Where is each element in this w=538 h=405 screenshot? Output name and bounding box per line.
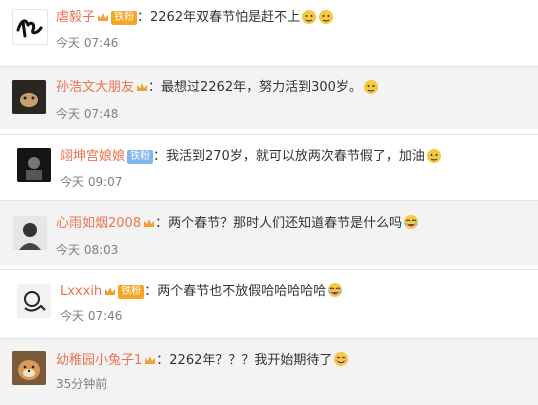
comment-time: 今天 07:46	[56, 36, 119, 50]
avatar[interactable]	[17, 284, 51, 318]
fan-badge: 铁粉	[111, 11, 138, 25]
username[interactable]: 幼稚园小兔子1	[56, 353, 142, 368]
vip-crown-icon	[137, 83, 148, 91]
doge-emoji-icon	[302, 10, 317, 24]
laugh-cry-emoji-icon	[404, 215, 419, 229]
comment-list: 虐毅子 铁粉 ：2262年双春节怕是赶不上 今天 07:46 孙浩文大朋友 ：最想过2…	[0, 0, 538, 405]
comment-text: ：2262年？？？我开始期待了	[156, 353, 333, 368]
laugh-cry-emoji-icon	[328, 283, 343, 297]
avatar[interactable]	[12, 351, 46, 385]
doge-emoji-icon	[319, 10, 334, 24]
doge-emoji-icon	[426, 149, 441, 163]
comment-text: ：最想过2262年，努力活到300岁。	[148, 80, 362, 95]
fan-badge: 铁粉	[127, 150, 154, 164]
comment-item: 心雨如烟2008 ：两个春节？那时人们还知道春节是什么吗 今天 08:03	[0, 201, 538, 265]
fan-badge: 铁粉	[118, 285, 145, 299]
avatar[interactable]	[12, 9, 48, 45]
avatar[interactable]	[12, 80, 46, 114]
comment-time: 今天 07:48	[56, 107, 119, 121]
comment-item: 幼稚园小兔子1 ：2262年？？？我开始期待了 35分钟前	[0, 339, 538, 405]
comment-item: 虐毅子 铁粉 ：2262年双春节怕是赶不上 今天 07:46	[0, 0, 538, 60]
vip-crown-icon	[145, 356, 156, 364]
username[interactable]: 孙浩文大朋友	[56, 80, 134, 95]
vip-crown-icon	[98, 13, 109, 21]
vip-crown-icon	[144, 219, 155, 227]
smile-emoji-icon	[334, 352, 349, 366]
comment-text: ：两个春节？那时人们还知道春节是什么吗	[155, 216, 403, 231]
comment-item: 翊坤宫娘娘 铁粉 ：我活到270岁，就可以放两次春节假了，加油 今天 09:07	[0, 135, 538, 195]
comment-time: 35分钟前	[56, 377, 108, 391]
comment-time: 今天 07:46	[60, 309, 123, 323]
username[interactable]: Lxxxih	[60, 284, 102, 299]
username[interactable]: 心雨如烟2008	[56, 216, 141, 231]
avatar[interactable]	[13, 216, 47, 250]
comment-time: 今天 08:03	[56, 243, 119, 257]
comment-time: 今天 09:07	[60, 175, 123, 189]
comment-text: ：我活到270岁，就可以放两次春节假了，加油	[153, 149, 425, 164]
comment-item: Lxxxih 铁粉 ：两个春节也不放假哈哈哈哈哈 今天 07:46	[0, 270, 538, 334]
comment-item: 孙浩文大朋友 ：最想过2262年，努力活到300岁。 今天 07:48	[0, 67, 538, 129]
doge-emoji-icon	[363, 80, 378, 94]
username[interactable]: 翊坤宫娘娘	[60, 149, 125, 164]
vip-crown-icon	[105, 287, 116, 295]
comment-text: ：两个春节也不放假哈哈哈哈哈	[144, 284, 327, 299]
username[interactable]: 虐毅子	[56, 10, 95, 25]
comment-text: ：2262年双春节怕是赶不上	[137, 10, 301, 25]
avatar[interactable]	[17, 148, 51, 182]
